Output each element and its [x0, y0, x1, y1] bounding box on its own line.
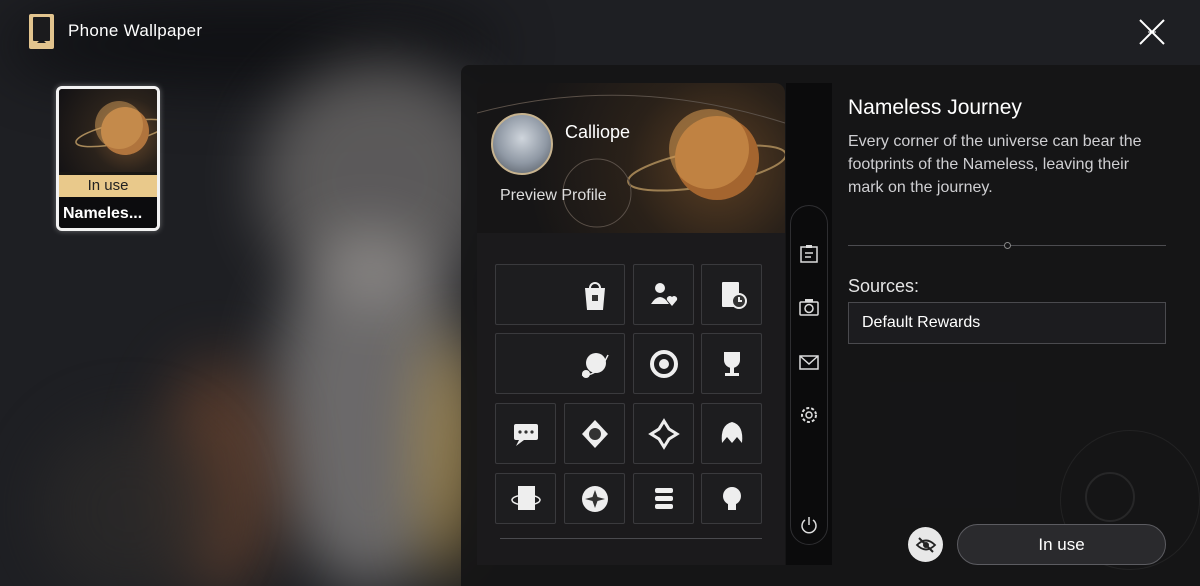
tile-trophy[interactable] — [701, 333, 762, 394]
book-stack-icon — [654, 487, 673, 509]
tile-character[interactable] — [701, 403, 762, 464]
hide-ui-button[interactable] — [908, 527, 943, 562]
tile-journal[interactable] — [701, 264, 762, 325]
tile-star[interactable] — [564, 473, 625, 524]
close-icon[interactable] — [1136, 16, 1168, 48]
avatar[interactable] — [491, 113, 553, 175]
notebook-clock-icon — [721, 281, 747, 309]
preview-profile-link[interactable]: Preview Profile — [500, 187, 607, 205]
divider — [500, 538, 762, 539]
wallpaper-card[interactable]: In use Nameles... — [56, 86, 160, 231]
lightbulb-icon — [722, 486, 741, 510]
divider — [848, 242, 1166, 249]
wallpaper-name: Nameles... — [59, 197, 157, 228]
eye-slash-icon — [915, 536, 936, 553]
card-orbit-icon — [510, 485, 541, 510]
star-badge-icon — [581, 485, 608, 512]
tile-card[interactable] — [495, 473, 556, 524]
crest-icon — [581, 419, 608, 448]
decorative-ring — [1085, 472, 1135, 522]
tile-shop[interactable] — [495, 264, 625, 325]
character-hair-icon — [721, 421, 742, 443]
in-use-button[interactable]: In use — [957, 524, 1166, 565]
tile-crest[interactable] — [564, 403, 625, 464]
tile-emblem[interactable] — [633, 333, 694, 394]
tile-chat[interactable] — [495, 403, 556, 464]
chat-bubble-icon — [513, 423, 538, 446]
tile-idea[interactable] — [701, 473, 762, 524]
page-title: Phone Wallpaper — [68, 21, 203, 40]
trophy-icon — [723, 351, 740, 376]
flower-emblem-icon — [647, 417, 680, 450]
in-use-badge: In use — [59, 175, 157, 197]
wallpaper-description: Every corner of the universe can bear th… — [848, 133, 1142, 196]
player-name: Calliope — [565, 122, 631, 142]
tile-friends[interactable] — [633, 264, 694, 325]
wallpaper-thumbnail-image — [59, 89, 157, 172]
camera-icon[interactable] — [798, 296, 820, 318]
mail-icon[interactable] — [798, 351, 820, 373]
sources-value: Default Rewards — [848, 302, 1166, 344]
tile-orbit[interactable] — [495, 333, 625, 394]
wallpaper-title: Nameless Journey — [848, 96, 1022, 119]
tile-flower[interactable] — [633, 403, 694, 464]
clipboard-icon[interactable] — [798, 243, 820, 265]
planet-orbit-icon — [581, 352, 609, 378]
friends-icon — [650, 282, 677, 306]
phone-side-rail — [786, 83, 832, 565]
sources-label: Sources: — [848, 276, 920, 296]
settings-icon[interactable] — [798, 404, 820, 426]
tile-books[interactable] — [633, 473, 694, 524]
phone-icon — [29, 14, 54, 49]
ring-emblem-icon — [649, 349, 678, 378]
shop-bag-icon — [585, 281, 605, 310]
power-icon[interactable] — [798, 514, 820, 536]
